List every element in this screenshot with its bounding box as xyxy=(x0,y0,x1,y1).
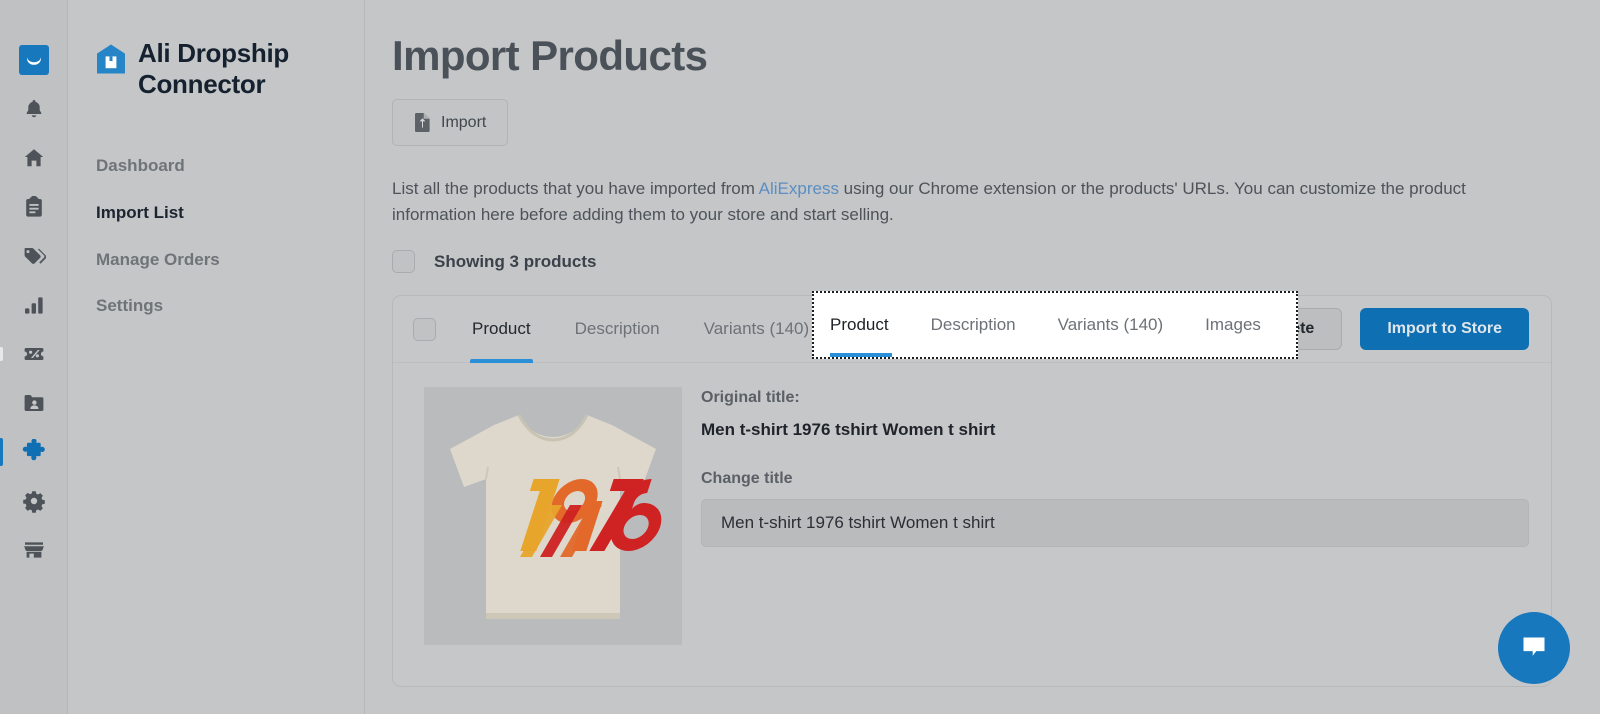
import-button-label: Import xyxy=(441,113,487,131)
import-button[interactable]: Import xyxy=(392,99,509,147)
main-content: Import Products Import List all the prod… xyxy=(365,0,1600,714)
tshirt-image xyxy=(424,387,682,646)
spotlight-tab-product[interactable]: Product xyxy=(814,293,910,357)
home-icon xyxy=(20,144,48,172)
rail-item-discounts[interactable] xyxy=(0,338,68,370)
brand-title: Ali Dropship Connector xyxy=(138,38,289,99)
rail-item-settings[interactable] xyxy=(0,485,68,517)
rail-item-online-store[interactable] xyxy=(0,534,68,566)
bell-icon xyxy=(20,95,48,123)
rail-item-analytics[interactable] xyxy=(0,289,68,321)
tabs-spotlight-content: Product Description Variants (140) Image… xyxy=(814,293,1296,357)
inbox-icon xyxy=(18,45,49,75)
discount-icon xyxy=(20,340,48,368)
admin-icon-rail xyxy=(0,0,68,714)
rail-item-inbox[interactable] xyxy=(0,44,68,76)
brand-block: Ali Dropship Connector xyxy=(68,38,364,99)
rail-item-customers[interactable] xyxy=(0,387,68,419)
spotlight-tab-variants[interactable]: Variants (140) xyxy=(1037,293,1185,357)
page-description: List all the products that you have impo… xyxy=(392,176,1502,227)
storefront-icon xyxy=(20,536,48,564)
change-title-label: Change title xyxy=(701,470,793,488)
aliexpress-link[interactable]: AliExpress xyxy=(759,179,839,198)
customers-icon xyxy=(20,389,48,417)
original-title-value: Men t-shirt 1976 tshirt Women t shirt xyxy=(701,420,996,440)
rail-item-home[interactable] xyxy=(0,142,68,174)
app-sidebar: Ali Dropship Connector Dashboard Import … xyxy=(68,0,365,714)
showing-count-label: Showing 3 products xyxy=(434,251,597,271)
select-all-checkbox[interactable] xyxy=(392,250,415,274)
tab-description[interactable]: Description xyxy=(553,296,682,363)
tab-product[interactable]: Product xyxy=(450,296,553,363)
sidebar-item-import-list[interactable]: Import List xyxy=(96,190,336,237)
rail-item-apps[interactable] xyxy=(0,436,68,468)
rail-item-orders[interactable] xyxy=(0,191,68,223)
bar-chart-icon xyxy=(20,291,48,319)
product-select-checkbox[interactable] xyxy=(413,317,436,341)
sidebar-item-dashboard[interactable]: Dashboard xyxy=(96,143,336,190)
product-thumbnail[interactable] xyxy=(424,387,682,646)
tab-variants[interactable]: Variants (140) xyxy=(682,296,832,363)
import-file-icon xyxy=(414,113,431,133)
sidebar-item-manage-orders[interactable]: Manage Orders xyxy=(96,237,336,284)
warehouse-logo-icon xyxy=(96,43,126,75)
page-title: Import Products xyxy=(392,32,708,79)
sidebar-nav: Dashboard Import List Manage Orders Sett… xyxy=(68,143,364,330)
clipboard-icon xyxy=(20,193,48,221)
original-title-label: Original title: xyxy=(701,389,800,407)
showing-row: Showing 3 products xyxy=(392,250,1552,274)
product-fields: Original title: Men t-shirt 1976 tshirt … xyxy=(701,387,1529,645)
rail-item-products[interactable] xyxy=(0,240,68,272)
tag-icon xyxy=(20,242,48,270)
rail-active-marker xyxy=(0,347,3,361)
puzzle-icon xyxy=(20,438,48,466)
change-title-input[interactable] xyxy=(701,499,1529,548)
chat-bubble-icon xyxy=(1517,629,1551,668)
sidebar-item-settings[interactable]: Settings xyxy=(96,283,336,330)
product-card-body: Original title: Men t-shirt 1976 tshirt … xyxy=(393,363,1551,646)
gear-icon xyxy=(20,487,48,515)
import-to-store-button[interactable]: Import to Store xyxy=(1360,308,1529,351)
spotlight-tab-images[interactable]: Images xyxy=(1184,293,1282,357)
rail-active-marker xyxy=(0,438,3,466)
app-root: Ali Dropship Connector Dashboard Import … xyxy=(0,0,1600,714)
intro-text-before: List all the products that you have impo… xyxy=(392,179,759,199)
chat-widget-button[interactable] xyxy=(1498,612,1570,684)
spotlight-tab-description[interactable]: Description xyxy=(910,293,1037,357)
rail-item-notifications[interactable] xyxy=(0,93,68,125)
